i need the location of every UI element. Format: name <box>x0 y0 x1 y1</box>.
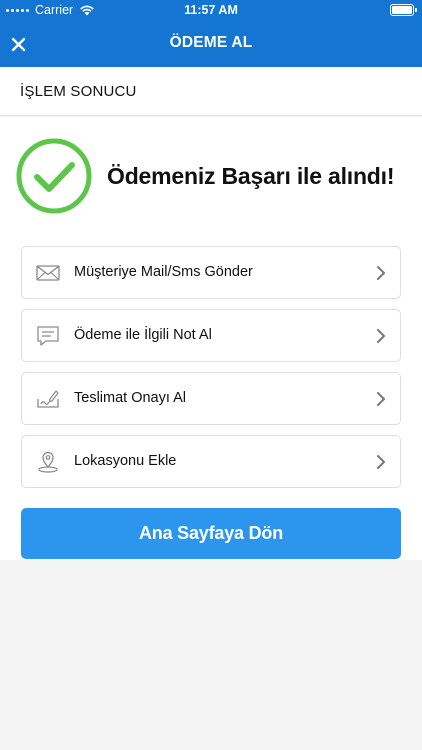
check-circle-icon <box>16 138 92 214</box>
status-time: 11:57 AM <box>184 3 238 17</box>
section-title: İŞLEM SONUCU <box>20 83 137 100</box>
section-header: İŞLEM SONUCU <box>0 67 422 116</box>
add-location-item[interactable]: Lokasyonu Ekle <box>21 435 401 488</box>
action-label: Müşteriye Mail/Sms Gönder <box>74 264 253 280</box>
success-message: Ödemeniz Başarı ile alındı! <box>107 162 395 189</box>
delivery-confirmation-item[interactable]: Teslimat Onayı Al <box>21 372 401 425</box>
signature-icon <box>37 390 59 408</box>
app-header: Carrier 11:57 AM ÖDEME AL <box>0 0 422 67</box>
location-pin-icon <box>38 451 58 473</box>
note-icon <box>37 326 59 346</box>
chevron-right-icon <box>377 392 385 406</box>
status-bar: Carrier 11:57 AM <box>0 0 422 22</box>
battery-icon <box>390 4 417 16</box>
chevron-right-icon <box>377 455 385 469</box>
nav-bar: ÖDEME AL <box>0 22 422 67</box>
envelope-icon <box>36 265 60 281</box>
action-label: Lokasyonu Ekle <box>74 453 177 469</box>
send-mail-sms-item[interactable]: Müşteriye Mail/Sms Gönder <box>21 246 401 299</box>
payment-note-item[interactable]: Ödeme ile İlgili Not Al <box>21 309 401 362</box>
chevron-right-icon <box>377 329 385 343</box>
page-title: ÖDEME AL <box>169 34 253 51</box>
success-row: Ödemeniz Başarı ile alındı! <box>15 137 395 215</box>
chevron-right-icon <box>377 266 385 280</box>
result-panel: Ödemeniz Başarı ile alındı! Müşteriye Ma… <box>0 117 422 560</box>
action-label: Teslimat Onayı Al <box>74 390 187 406</box>
action-label: Ödeme ile İlgili Not Al <box>74 327 212 343</box>
home-button[interactable]: Ana Sayfaya Dön <box>21 508 401 559</box>
